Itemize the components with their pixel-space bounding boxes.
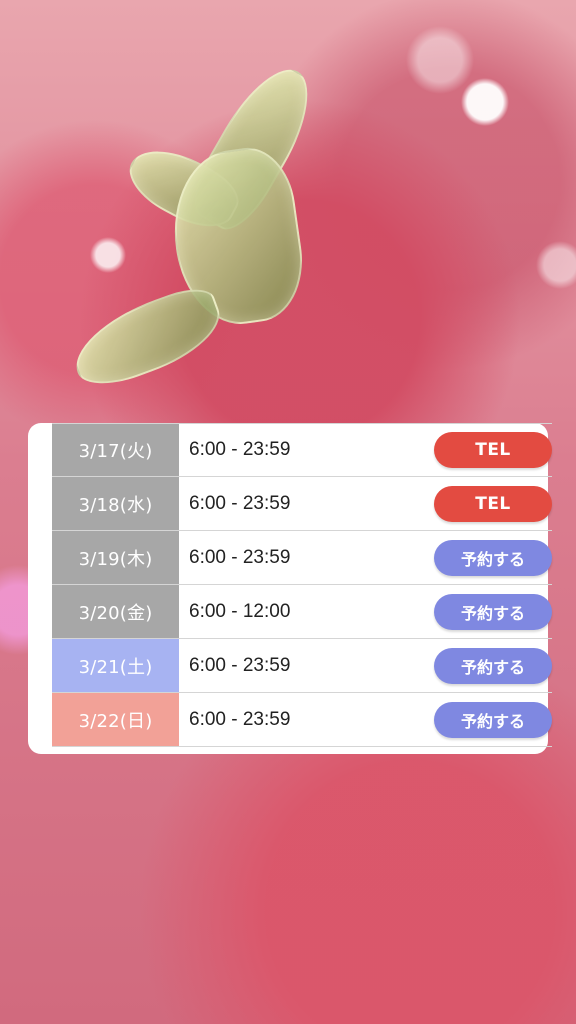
action-cell: 予約する: [405, 647, 552, 684]
hours-cell: 6:00 - 23:59: [189, 439, 291, 460]
action-cell: 予約する: [405, 593, 552, 630]
hours-cell: 6:00 - 23:59: [189, 654, 291, 676]
tel-button[interactable]: TEL: [434, 432, 552, 468]
schedule-row: 3/21(土) 6:00 - 23:59 予約する: [52, 639, 552, 693]
schedule-row: 3/17(火) 6:00 - 23:59 TEL: [52, 423, 552, 477]
hours-cell: 6:00 - 23:59: [189, 708, 291, 730]
reserve-button[interactable]: 予約する: [434, 593, 552, 630]
schedule-row: 3/20(金) 6:00 - 12:00 予約する: [52, 585, 552, 639]
action-cell: 予約する: [405, 539, 552, 576]
schedule-row: 3/19(木) 6:00 - 23:59 予約する: [52, 531, 552, 585]
schedule-table: 3/17(火) 6:00 - 23:59 TEL 3/18(水) 6:00 - …: [52, 423, 552, 747]
reserve-button[interactable]: 予約する: [434, 539, 552, 576]
schedule-panel: 3/17(火) 6:00 - 23:59 TEL 3/18(水) 6:00 - …: [28, 423, 552, 754]
reserve-button[interactable]: 予約する: [434, 701, 552, 738]
reserve-button[interactable]: 予約する: [434, 647, 552, 684]
action-cell: TEL: [405, 485, 552, 522]
date-cell: 3/17(火): [52, 424, 179, 476]
action-cell: TEL: [405, 432, 552, 468]
schedule-row: 3/18(水) 6:00 - 23:59 TEL: [52, 477, 552, 531]
date-cell: 3/19(木): [52, 531, 179, 584]
schedule-row: 3/22(日) 6:00 - 23:59 予約する: [52, 693, 552, 747]
date-cell: 3/18(水): [52, 477, 179, 530]
tel-button[interactable]: TEL: [434, 485, 552, 522]
date-cell: 3/20(金): [52, 585, 179, 638]
action-cell: 予約する: [405, 701, 552, 738]
date-cell: 3/22(日): [52, 693, 179, 746]
hours-cell: 6:00 - 23:59: [189, 546, 291, 568]
hours-cell: 6:00 - 12:00: [189, 600, 291, 622]
date-cell: 3/21(土): [52, 639, 179, 692]
hours-cell: 6:00 - 23:59: [189, 492, 291, 514]
